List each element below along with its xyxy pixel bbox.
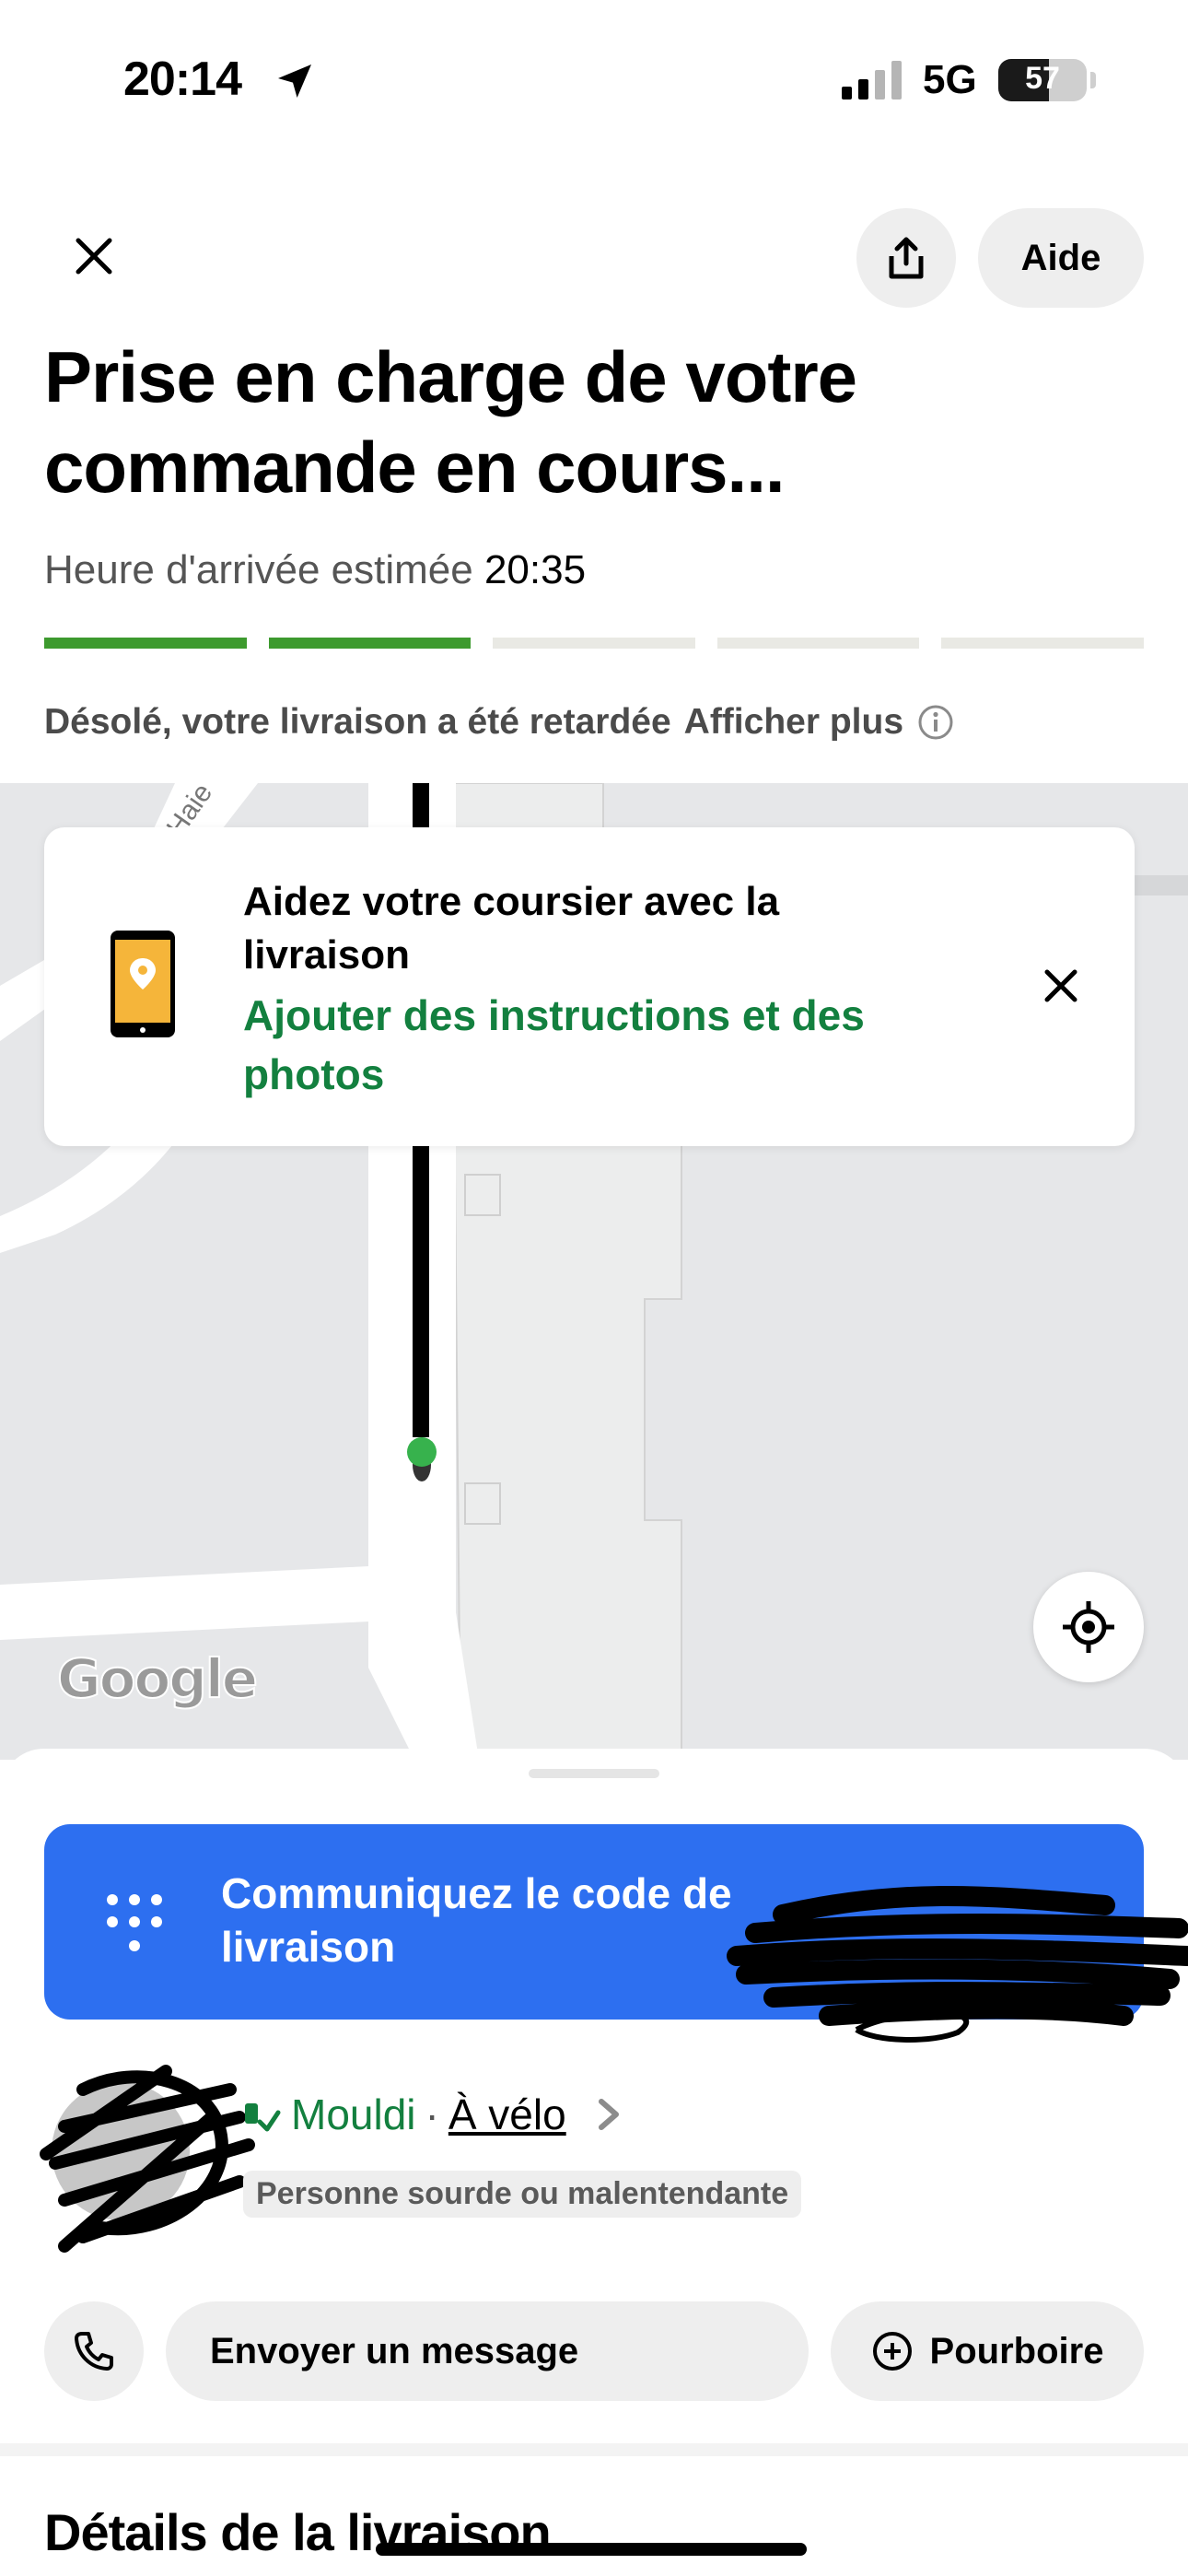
eta-text: Heure d'arrivée estimée 20:35 xyxy=(44,547,586,593)
google-logo: Google xyxy=(56,1646,259,1711)
delay-text: Désolé, votre livraison a été retardée xyxy=(44,702,671,742)
instructions-card-close-button[interactable] xyxy=(1033,958,1089,1013)
progress-segment xyxy=(716,638,920,649)
courier-name: Mouldi xyxy=(291,2090,416,2138)
section-divider xyxy=(0,2443,1188,2456)
progress-segment xyxy=(44,638,247,649)
add-instructions-link[interactable]: Ajouter des instructions et des photos xyxy=(243,986,943,1104)
bike-icon xyxy=(245,2103,281,2132)
share-delivery-code-label: Communiquez le code de livraison xyxy=(221,1869,732,1971)
battery-level: 57 xyxy=(1025,61,1060,96)
help-button[interactable]: Aide xyxy=(978,208,1144,308)
keypad-icon xyxy=(107,1894,162,1951)
send-message-button[interactable]: Envoyer un message xyxy=(166,2301,809,2401)
close-icon xyxy=(76,238,112,275)
close-button[interactable] xyxy=(55,217,133,295)
progress-segment xyxy=(941,638,1144,649)
home-indicator[interactable] xyxy=(376,2543,807,2556)
instructions-card-title: Aidez votre coursier avec la livraison xyxy=(243,879,780,978)
avatar-redaction-scribble xyxy=(40,2065,255,2253)
call-courier-button[interactable] xyxy=(44,2301,144,2401)
courier-info[interactable]: Mouldi · À vélo xyxy=(241,2090,627,2139)
delivery-progress-bar xyxy=(44,638,1144,649)
sheet-drag-handle[interactable] xyxy=(529,1769,659,1778)
tip-label: Pourboire xyxy=(929,2330,1104,2371)
chevron-right-icon xyxy=(598,2099,619,2130)
battery-icon: 57 xyxy=(998,59,1087,101)
phone-icon xyxy=(75,2332,113,2371)
eta-time: 20:35 xyxy=(483,547,587,592)
status-time: 20:14 xyxy=(123,53,242,106)
info-icon[interactable] xyxy=(916,703,955,742)
share-button[interactable] xyxy=(856,208,956,308)
progress-segment xyxy=(493,638,695,649)
bottom-sheet[interactable]: Communiquez le code de livraison Mouldi … xyxy=(0,1749,1188,2576)
eta-label: Heure d'arrivée estimée xyxy=(44,547,473,592)
add-circle-icon xyxy=(872,2332,912,2371)
phone-location-icon xyxy=(111,931,175,1037)
network-label: 5G xyxy=(923,57,977,102)
courier-accessibility-badge: Personne sourde ou malentendante xyxy=(243,2171,802,2218)
courier-separator: · xyxy=(425,2090,439,2138)
delay-notice[interactable]: Désolé, votre livraison a été retardée A… xyxy=(44,702,955,743)
courier-vehicle[interactable]: À vélo xyxy=(448,2090,566,2139)
show-more-link[interactable]: Afficher plus xyxy=(684,702,903,743)
instructions-card[interactable]: Aidez votre coursier avec la livraison A… xyxy=(44,827,1135,1146)
crosshair-icon xyxy=(1063,1601,1114,1653)
redaction-scribble xyxy=(727,1886,1188,2043)
share-icon xyxy=(889,237,924,279)
page-title: Prise en charge de votre commande en cou… xyxy=(44,336,857,508)
recenter-button[interactable] xyxy=(1033,1572,1144,1682)
cellular-signal-icon xyxy=(842,61,902,100)
tip-button[interactable]: Pourboire xyxy=(831,2301,1144,2401)
progress-segment xyxy=(268,638,472,649)
close-icon xyxy=(1044,969,1077,1002)
location-arrow-icon xyxy=(278,64,311,98)
